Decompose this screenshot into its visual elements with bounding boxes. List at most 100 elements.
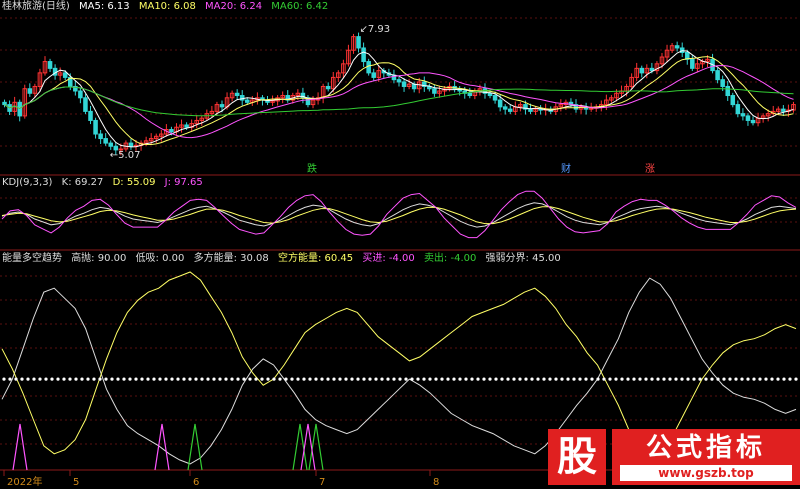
divide-dot (296, 377, 300, 381)
price-panel: ↙7.93 ←5.07 跌 财 涨 (2, 24, 796, 175)
candle-body (356, 36, 361, 49)
divide-dot (758, 377, 762, 381)
divide-dot (482, 377, 486, 381)
divide-dot (236, 377, 240, 381)
divide-dot (80, 377, 84, 381)
candle-body (88, 110, 93, 121)
candle-body (720, 79, 725, 87)
ma5-line (4, 50, 794, 148)
divide-dot (722, 377, 726, 381)
divide-dot (542, 377, 546, 381)
candle-body (128, 142, 134, 147)
candle-body (502, 106, 508, 110)
divide-dot (134, 377, 138, 381)
candle-body (735, 104, 741, 115)
divide-dot (494, 377, 498, 381)
candle-body (432, 88, 437, 94)
candle-body (371, 72, 376, 78)
divide-dot (374, 377, 378, 381)
divide-dot (56, 377, 60, 381)
candle-body (103, 138, 108, 144)
divide-dot (320, 377, 324, 381)
divide-dot (644, 377, 648, 381)
divide-dot (224, 377, 228, 381)
low-price-label: ←5.07 (110, 150, 141, 161)
candle-body (396, 79, 402, 83)
divide-dot (368, 377, 372, 381)
divide-dot (314, 377, 318, 381)
candle-body (83, 97, 88, 112)
candle-body (411, 83, 417, 90)
candle-body (467, 92, 473, 97)
candle-body (2, 101, 7, 106)
divide-dot (20, 377, 24, 381)
divide-dot (662, 377, 666, 381)
x-tick-label: 7 (319, 477, 325, 488)
candle-body (750, 119, 756, 124)
divide-dot (338, 377, 342, 381)
divide-dot (158, 377, 162, 381)
divide-dot (356, 377, 360, 381)
divide-dot (74, 377, 78, 381)
candle-body (169, 129, 174, 133)
candle-body (184, 124, 189, 128)
divide-dot (518, 377, 522, 381)
divide-dot (578, 377, 582, 381)
x-tick-label: 6 (193, 477, 199, 488)
candle-body (507, 108, 513, 112)
energy-sell-label: 卖出: -4.00 (423, 253, 477, 264)
watermark-url: www.gszb.top (620, 465, 792, 481)
candle-body (497, 99, 503, 108)
x-tick-label: 2022年 (7, 475, 42, 488)
energy-buy-label: 买进: -4.00 (362, 253, 415, 264)
divide-dot (242, 377, 246, 381)
divide-dot (572, 377, 576, 381)
divide-dot (776, 377, 780, 381)
divide-dot (308, 377, 312, 381)
x-tick-label: 8 (433, 477, 439, 488)
x-tick-label: 5 (73, 477, 79, 488)
divide-dot (176, 377, 180, 381)
buy-signal-spike (154, 423, 170, 471)
sell-signal-spike (187, 423, 203, 471)
candle-body (93, 119, 98, 135)
divide-dot (398, 377, 402, 381)
divide-dot (626, 377, 630, 381)
divide-dot (446, 377, 450, 381)
divide-dot (650, 377, 654, 381)
candle-body (588, 107, 594, 110)
divide-dot (302, 377, 306, 381)
divide-dot (50, 377, 54, 381)
candle-body (27, 88, 33, 94)
divide-dot (68, 377, 72, 381)
divide-dot (290, 377, 294, 381)
divide-dot (710, 377, 714, 381)
kdj-name: KDJ(9,3,3) (2, 177, 53, 188)
candle-body (325, 85, 331, 90)
kdj-k-label: K: 69.27 (61, 177, 104, 188)
divide-dot (428, 377, 432, 381)
divide-dot (470, 377, 474, 381)
divide-dot (524, 377, 528, 381)
chart-canvas: ↙7.93 ←5.07 跌 财 涨 2022年 5 6 7 8 (0, 17, 800, 488)
divide-dot (566, 377, 570, 381)
divide-dot (254, 377, 258, 381)
divide-dot (212, 377, 216, 381)
divide-dot (122, 377, 126, 381)
divide-dot (536, 377, 540, 381)
divide-dot (686, 377, 690, 381)
grid-lines (0, 17, 800, 471)
divide-dot (602, 377, 606, 381)
divide-dot (452, 377, 456, 381)
divide-dot (560, 377, 564, 381)
divide-dot (764, 377, 768, 381)
candle-body (740, 113, 746, 117)
energy-header: 能量多空趋势 高抛: 90.00 低吸: 0.00 多方能量: 30.08 空方… (2, 252, 567, 266)
divide-dot (596, 377, 600, 381)
divide-dot (728, 377, 732, 381)
candle-body (108, 142, 114, 147)
divide-dot (32, 377, 36, 381)
divide-dot (740, 377, 744, 381)
divide-dot (488, 377, 492, 381)
kdj-header: KDJ(9,3,3) K: 69.27 D: 55.09 J: 97.65 (2, 176, 209, 190)
